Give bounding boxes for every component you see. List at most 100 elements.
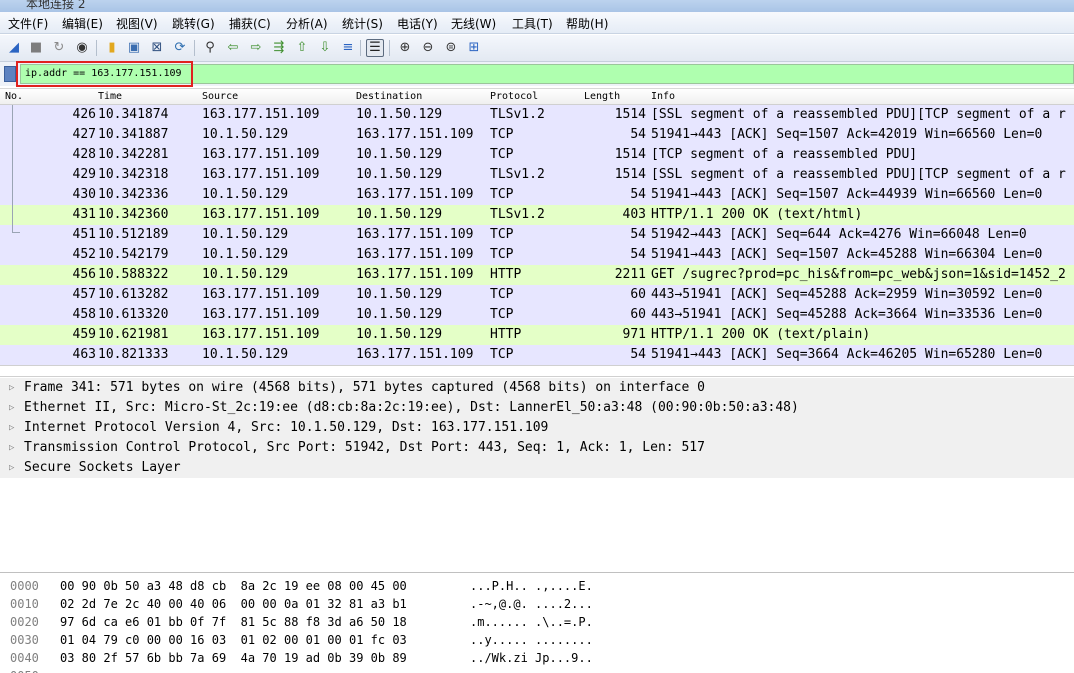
menu-item-2[interactable]: 视图(V) [116, 15, 158, 32]
menu-item-10[interactable]: 帮助(H) [566, 15, 608, 32]
column-header-no[interactable]: No. [5, 91, 23, 102]
packet-src: 163.177.151.109 [202, 147, 320, 162]
packet-time: 10.621981 [98, 327, 169, 342]
hex-offset: 0030 [10, 633, 39, 647]
expand-arrow-icon[interactable]: ▷ [9, 378, 14, 398]
detail-text: Frame 341: 571 bytes on wire (4568 bits)… [24, 380, 705, 395]
detail-text: Ethernet II, Src: Micro-St_2c:19:ee (d8:… [24, 400, 799, 415]
packet-row[interactable]: 426 10.341874 163.177.151.109 10.1.50.129 TL… [0, 105, 1074, 125]
packet-dst: 10.1.50.129 [356, 207, 443, 222]
packet-info: 51942→443 [ACK] Seq=644 Ack=4276 Win=660… [651, 227, 1027, 242]
close-file-icon[interactable]: ⊠ [148, 39, 166, 57]
packet-proto: TLSv1.2 [490, 207, 545, 222]
column-header-time[interactable]: Time [98, 91, 122, 102]
packet-len: 1514 [614, 107, 646, 122]
menu-item-8[interactable]: 无线(W) [451, 15, 496, 32]
detail-tree-item[interactable]: ▷ Transmission Control Protocol, Src Port… [0, 438, 1074, 458]
packet-row[interactable]: 452 10.542179 10.1.50.129 163.177.151.109 TC… [0, 245, 1074, 265]
packet-time: 10.342281 [98, 147, 169, 162]
detail-tree-item[interactable]: ▷ Frame 341: 571 bytes on wire (4568 bits… [0, 378, 1074, 398]
packet-src: 163.177.151.109 [202, 207, 320, 222]
menu-item-4[interactable]: 捕获(C) [229, 15, 271, 32]
expand-arrow-icon[interactable]: ▷ [9, 458, 14, 478]
expand-arrow-icon[interactable]: ▷ [9, 398, 14, 418]
packet-row[interactable]: 429 10.342318 163.177.151.109 10.1.50.129 TL… [0, 165, 1074, 185]
packet-info: [SSL segment of a reassembled PDU][TCP s… [651, 167, 1066, 182]
column-header-source[interactable]: Source [202, 91, 238, 102]
detail-tree-item[interactable]: ▷ Secure Sockets Layer [0, 458, 1074, 478]
normal-size-icon[interactable]: ⊜ [442, 39, 460, 57]
packet-row[interactable]: 431 10.342360 163.177.151.109 10.1.50.129 TL… [0, 205, 1074, 225]
packet-src: 163.177.151.109 [202, 287, 320, 302]
zoom-out-icon[interactable]: ⊖ [419, 39, 437, 57]
first-packet-icon[interactable]: ⇧ [293, 39, 311, 57]
last-packet-icon[interactable]: ⇩ [316, 39, 334, 57]
packet-src: 163.177.151.109 [202, 107, 320, 122]
packet-time: 10.512189 [98, 227, 169, 242]
colorize-icon[interactable]: ☰ [366, 39, 384, 57]
packet-info: [TCP segment of a reassembled PDU] [651, 147, 918, 162]
packet-row[interactable]: 458 10.613320 163.177.151.109 10.1.50.129 TC… [0, 305, 1074, 325]
packet-no: 431 [72, 207, 96, 222]
capture-options-icon[interactable]: ◉ [73, 39, 91, 57]
packet-row[interactable]: 456 10.588322 10.1.50.129 163.177.151.109 HT… [0, 265, 1074, 285]
menu-item-3[interactable]: 跳转(G) [172, 15, 215, 32]
stop-capture-icon[interactable]: ■ [27, 39, 45, 57]
column-header-protocol[interactable]: Protocol [490, 91, 538, 102]
packet-proto: TCP [490, 247, 514, 262]
find-packet-icon[interactable]: ⚲ [201, 39, 219, 57]
menu-item-6[interactable]: 统计(S) [342, 15, 383, 32]
expand-arrow-icon[interactable]: ▷ [9, 418, 14, 438]
restart-capture-icon[interactable]: ↻ [50, 39, 68, 57]
go-forward-icon[interactable]: ⇨ [247, 39, 265, 57]
auto-scroll-icon[interactable]: ≡ [339, 39, 357, 57]
packet-dst: 10.1.50.129 [356, 107, 443, 122]
packet-no: 456 [72, 267, 96, 282]
detail-tree-item[interactable]: ▷ Ethernet II, Src: Micro-St_2c:19:ee (d8… [0, 398, 1074, 418]
packet-len: 60 [630, 287, 646, 302]
packet-src: 10.1.50.129 [202, 127, 289, 142]
packet-row[interactable]: 428 10.342281 163.177.151.109 10.1.50.129 TC… [0, 145, 1074, 165]
go-back-icon[interactable]: ⇦ [224, 39, 242, 57]
column-header-length[interactable]: Length [584, 91, 620, 102]
display-filter-input[interactable]: ip.addr == 163.177.151.109 [20, 64, 1074, 84]
reload-file-icon[interactable]: ⟳ [171, 39, 189, 57]
packet-len: 54 [630, 227, 646, 242]
detail-tree-item[interactable]: ▷ Internet Protocol Version 4, Src: 10.1.… [0, 418, 1074, 438]
menu-item-5[interactable]: 分析(A) [286, 15, 328, 32]
packet-src: 163.177.151.109 [202, 167, 320, 182]
column-header-destination[interactable]: Destination [356, 91, 422, 102]
packet-info: HTTP/1.1 200 OK (text/html) [651, 207, 863, 222]
column-header-info[interactable]: Info [651, 91, 675, 102]
packet-row[interactable]: 451 10.512189 10.1.50.129 163.177.151.109 TC… [0, 225, 1074, 245]
packet-row[interactable]: 463 10.821333 10.1.50.129 163.177.151.109 TC… [0, 345, 1074, 365]
packet-row[interactable]: 459 10.621981 163.177.151.109 10.1.50.129 HT… [0, 325, 1074, 345]
hex-dump-row: 0030 01 04 79 c0 00 00 16 03 01 02 00 01 … [0, 631, 1074, 649]
expand-arrow-icon[interactable]: ▷ [9, 438, 14, 458]
packet-no: 430 [72, 187, 96, 202]
open-file-icon[interactable]: ▮ [103, 39, 121, 57]
resize-columns-icon[interactable]: ⊞ [465, 39, 483, 57]
menu-item-0[interactable]: 文件(F) [8, 15, 48, 32]
packet-info: 443→51941 [ACK] Seq=45288 Ack=3664 Win=3… [651, 307, 1043, 322]
menu-item-1[interactable]: 编辑(E) [62, 15, 103, 32]
packet-dst: 163.177.151.109 [356, 127, 474, 142]
packet-no: 427 [72, 127, 96, 142]
hex-ascii: .m...... .\..=.P. [470, 615, 593, 629]
conversation-bracket [12, 105, 20, 233]
shark-fin-start-icon[interactable]: ◢ [5, 39, 23, 57]
packet-details-pane: ▷ Frame 341: 571 bytes on wire (4568 bits… [0, 378, 1074, 573]
packet-row[interactable]: 427 10.341887 10.1.50.129 163.177.151.109 TC… [0, 125, 1074, 145]
packet-no: 426 [72, 107, 96, 122]
pane-splitter[interactable] [0, 365, 1074, 377]
packet-len: 54 [630, 247, 646, 262]
packet-row[interactable]: 430 10.342336 10.1.50.129 163.177.151.109 TC… [0, 185, 1074, 205]
menu-item-7[interactable]: 电话(Y) [397, 15, 438, 32]
packet-row[interactable]: 457 10.613282 163.177.151.109 10.1.50.129 TC… [0, 285, 1074, 305]
zoom-in-icon[interactable]: ⊕ [396, 39, 414, 57]
packet-info: 51941→443 [ACK] Seq=1507 Ack=45288 Win=6… [651, 247, 1043, 262]
save-file-icon[interactable]: ▣ [125, 39, 143, 57]
menu-item-9[interactable]: 工具(T) [512, 15, 553, 32]
go-to-packet-icon[interactable]: ⇶ [270, 39, 288, 57]
bookmark-filter-icon[interactable] [4, 66, 16, 82]
